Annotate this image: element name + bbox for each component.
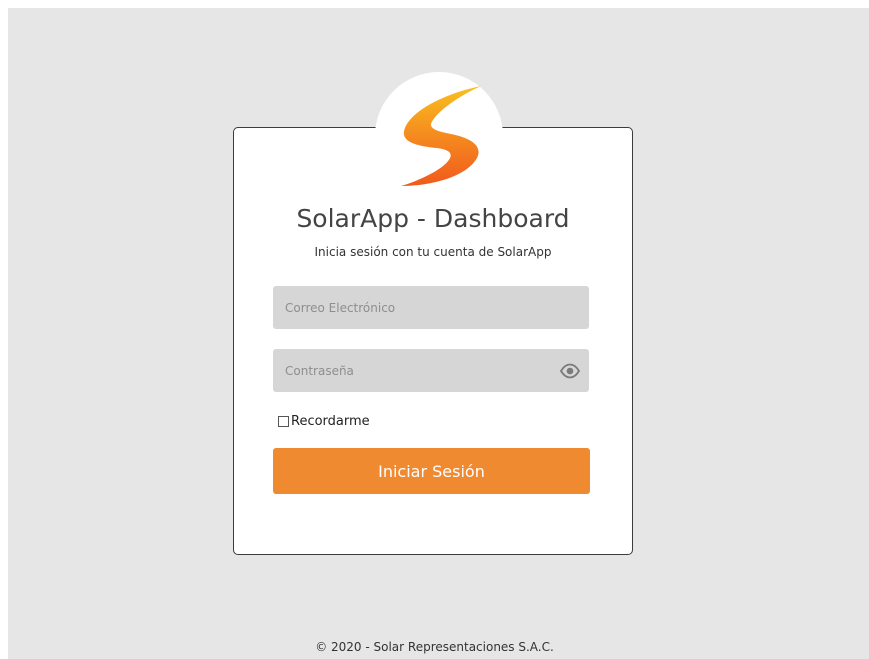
password-field-wrapper	[273, 349, 589, 392]
login-button[interactable]: Iniciar Sesión	[273, 448, 590, 494]
solar-logo-icon	[401, 86, 481, 186]
eye-icon[interactable]	[559, 360, 581, 382]
logo-badge	[375, 72, 503, 200]
email-field[interactable]	[273, 286, 589, 329]
remember-label: Recordarme	[291, 414, 370, 429]
remember-checkbox[interactable]	[278, 416, 289, 427]
login-subtitle: Inicia sesión con tu cuenta de SolarApp	[314, 245, 552, 259]
footer-copyright: © 2020 - Solar Representaciones S.A.C.	[315, 640, 554, 654]
password-field[interactable]	[273, 349, 589, 392]
remember-me: Recordarme	[278, 414, 370, 429]
email-field-wrapper	[273, 286, 589, 329]
page-title: SolarApp - Dashboard	[296, 204, 570, 233]
